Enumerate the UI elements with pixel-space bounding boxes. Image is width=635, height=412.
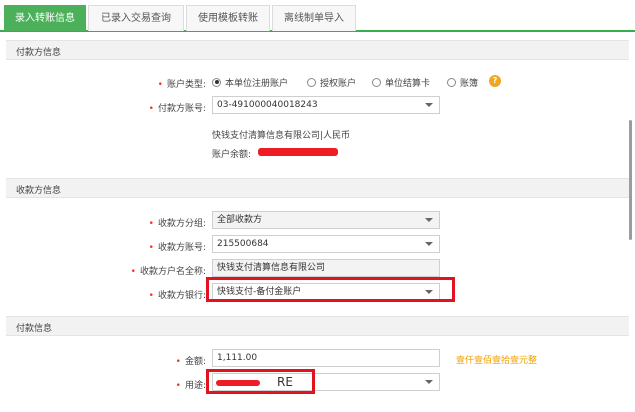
amount-label: • 金额: [175, 357, 206, 367]
tab-enter-transfer[interactable]: 录入转账信息 [4, 5, 86, 31]
radio-dot [307, 77, 316, 87]
tab-bar: 录入转账信息 已录入交易查询 使用模板转账 离线制单导入 [0, 0, 635, 32]
redaction-mark [258, 148, 338, 156]
payee-section-title: 收款方信息 [16, 186, 62, 196]
payer-account-select[interactable]: 03-491000040018243 [212, 96, 440, 114]
chevron-down-icon [425, 103, 433, 107]
radio-dot [372, 77, 381, 87]
payee-section-header: 收款方信息 [6, 178, 629, 198]
radio-settlement-card[interactable]: 单位结算卡 [372, 76, 430, 89]
purpose-label: • 用途: [175, 381, 206, 391]
tab-offline-import[interactable]: 离线制单导入 [272, 5, 356, 31]
radio-ledger[interactable]: 账簿 [447, 76, 478, 89]
payee-group-label: • 收款方分组: [148, 219, 206, 229]
payee-account-label: • 收款方账号: [148, 243, 206, 253]
radio-dot [447, 77, 456, 87]
chevron-down-icon [425, 380, 433, 384]
radio-own-account[interactable]: 本单位注册账户 [212, 76, 288, 89]
highlight-box [206, 277, 455, 302]
help-icon[interactable]: ? [489, 75, 501, 87]
scrollbar[interactable] [629, 120, 632, 240]
tab-query-entered[interactable]: 已录入交易查询 [88, 5, 184, 31]
amount-in-words: 壹仟壹佰壹拾壹元整 [456, 356, 538, 366]
payee-name-label: • 收款方户名全称: [130, 267, 206, 277]
payment-section-title: 付款信息 [16, 324, 53, 334]
amount-input[interactable]: 1,111.00 [212, 349, 440, 367]
payer-account-label: • 付款方账号: [148, 104, 206, 114]
balance-label: 账户余额: [212, 150, 252, 160]
highlight-box [206, 369, 315, 394]
chevron-down-icon [425, 242, 433, 246]
payer-section-title: 付款方信息 [16, 48, 62, 58]
chevron-down-icon [425, 218, 433, 222]
payee-account-select[interactable]: 215500684 [212, 235, 440, 253]
radio-dot [212, 77, 221, 87]
account-type-label: • 账户类型: [157, 80, 206, 90]
payer-account-name: 快钱支付清算信息有限公司|人民币 [212, 131, 351, 141]
payee-name-field: 快钱支付清算信息有限公司 [212, 259, 440, 277]
payer-section-header: 付款方信息 [6, 40, 629, 60]
tab-template-transfer[interactable]: 使用模板转账 [186, 5, 270, 31]
payment-section-header: 付款信息 [6, 316, 629, 336]
payee-group-select[interactable]: 全部收款方 [212, 211, 440, 229]
radio-authorized-account[interactable]: 授权账户 [307, 76, 356, 89]
payee-bank-label: • 收款方银行: [148, 291, 206, 301]
